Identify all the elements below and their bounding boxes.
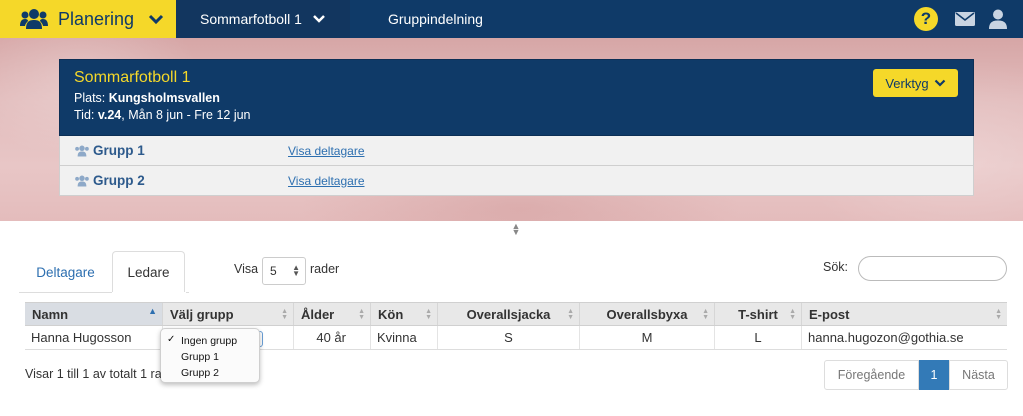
checkmark-icon: ✓ (167, 334, 176, 345)
next-page-button[interactable]: Nästa (949, 360, 1008, 390)
dropdown-option-grupp-1[interactable]: Grupp 1 (161, 349, 259, 365)
sort-icon: ▲ ▼ (425, 308, 432, 321)
column-header-overallsbyxa[interactable]: Overallsbyxa ▲ ▼ (580, 303, 715, 325)
chevron-down-icon (313, 15, 325, 23)
cell-gender: Kvinna (371, 326, 438, 349)
header-label: Overallsjacka (466, 306, 551, 322)
cell-email: hanna.hugozon@gothia.se (808, 330, 964, 345)
column-header-alder[interactable]: Ålder ▲ ▼ (294, 303, 371, 325)
sort-icon: ▲ ▼ (281, 308, 288, 321)
search-label: Sök: (823, 260, 849, 274)
event-title: Sommarfotboll 1 (74, 69, 191, 86)
rows-per-page-select[interactable]: 5 ▲ ▼ (262, 257, 306, 285)
event-panel: Sommarfotboll 1 Plats: Kungsholmsvallen … (59, 59, 974, 196)
time-range: , Mån 8 jun - Fre 12 jun (121, 108, 251, 122)
updown-icon: ▲ ▼ (292, 263, 300, 278)
event-location: Plats: Kungsholmsvallen (74, 91, 959, 105)
header-label: T-shirt (738, 306, 778, 322)
time-week: v.24 (97, 108, 122, 122)
top-navbar: Planering Sommarfotboll 1 Gruppindelning… (0, 0, 1023, 38)
show-participants-link[interactable]: Visa deltagare (288, 144, 365, 158)
option-label: Grupp 1 (181, 351, 219, 363)
sort-icon: ▲ ▼ (702, 308, 709, 321)
sort-asc-icon: ▲ (148, 306, 157, 316)
column-header-valj-grupp[interactable]: Välj grupp ▲ ▼ (163, 303, 294, 325)
option-label: Ingen grupp (181, 335, 238, 347)
chevron-down-icon (934, 79, 945, 87)
table-info-text: Visar 1 till 1 av totalt 1 rader (25, 367, 161, 381)
location-value: Kungsholmsvallen (108, 91, 220, 105)
event-time: Tid: v.24, Mån 8 jun - Fre 12 jun (74, 108, 959, 122)
table-header: Namn ▲ Välj grupp ▲ ▼ Ålder ▲ ▼ Kön ▲ ▼ Ove… (25, 302, 1007, 326)
event-header: Sommarfotboll 1 Plats: Kungsholmsvallen … (59, 59, 974, 136)
brand-label: Planering (58, 8, 135, 29)
cell-name: Hanna Hugosson (25, 326, 163, 349)
tools-button[interactable]: Verktyg (873, 69, 958, 97)
header-label: Overallsbyxa (606, 306, 688, 322)
resize-handle-icon[interactable]: ▲ ▼ (511, 222, 521, 237)
show-label: Visa (234, 262, 259, 276)
column-header-kon[interactable]: Kön ▲ ▼ (371, 303, 438, 325)
sort-icon: ▲ ▼ (789, 308, 796, 321)
event-menu-label: Sommarfotboll 1 (200, 11, 302, 27)
previous-page-button[interactable]: Föregående (824, 360, 919, 390)
search-input[interactable] (858, 256, 1007, 281)
location-label: Plats: (74, 91, 106, 105)
cell-tshirt: L (715, 326, 802, 349)
column-header-tshirt[interactable]: T-shirt ▲ ▼ (715, 303, 802, 325)
sort-icon: ▲ ▼ (995, 308, 1002, 321)
header-label: Välj grupp (170, 306, 234, 322)
sort-icon: ▲ ▼ (358, 308, 365, 321)
sort-icon: ▲ ▼ (567, 308, 574, 321)
nav-link-gruppindelning[interactable]: Gruppindelning (350, 0, 483, 38)
show-participants-link[interactable]: Visa deltagare (288, 174, 365, 188)
mail-icon[interactable] (955, 11, 975, 27)
header-label: Namn (32, 306, 69, 322)
event-menu-button[interactable]: Sommarfotboll 1 (176, 0, 350, 38)
page-1-button[interactable]: 1 (919, 360, 949, 390)
cell-pants: M (580, 326, 715, 349)
cell-jacket: S (438, 326, 580, 349)
group-name: Grupp 2 (93, 173, 145, 188)
group-row: Grupp 1 Visa deltagare (59, 136, 974, 166)
dropdown-option-ingen-grupp[interactable]: ✓ Ingen grupp (161, 333, 259, 349)
tab-bar: Deltagare Ledare (19, 251, 189, 293)
time-label: Tid: (74, 108, 95, 122)
group-row: Grupp 2 Visa deltagare (59, 166, 974, 196)
planning-menu-button[interactable]: Planering (0, 0, 176, 38)
tab-ledare[interactable]: Ledare (112, 251, 185, 293)
users-icon (75, 145, 89, 156)
dropdown-option-grupp-2[interactable]: Grupp 2 (161, 365, 259, 381)
rows-label: rader (310, 262, 340, 276)
table-info: Visar 1 till 1 av totalt 1 rader (25, 367, 161, 381)
header-label: Ålder (301, 306, 335, 322)
pagination: Föregående 1 Nästa (824, 360, 1008, 390)
tab-deltagare[interactable]: Deltagare (19, 251, 112, 293)
tab-active-gap (112, 292, 186, 293)
cell-age: 40 år (294, 326, 371, 349)
group-name: Grupp 1 (93, 143, 145, 158)
column-header-namn[interactable]: Namn ▲ (25, 303, 163, 325)
user-icon[interactable] (989, 9, 1007, 29)
users-icon (20, 9, 48, 29)
users-icon (75, 175, 89, 186)
option-label: Grupp 2 (181, 367, 219, 379)
help-icon[interactable]: ? (914, 7, 938, 31)
header-label: Kön (378, 306, 404, 322)
column-header-overallsjacka[interactable]: Overallsjacka ▲ ▼ (438, 303, 580, 325)
group-dropdown-menu: ✓ Ingen grupp Grupp 1 Grupp 2 (160, 328, 260, 383)
rows-value: 5 (270, 264, 277, 278)
tools-label: Verktyg (885, 75, 929, 91)
chevron-down-icon (149, 14, 164, 25)
column-header-epost[interactable]: E-post ▲ ▼ (802, 303, 1007, 325)
top-icons: ? (914, 0, 1023, 38)
header-label: E-post (809, 306, 850, 322)
